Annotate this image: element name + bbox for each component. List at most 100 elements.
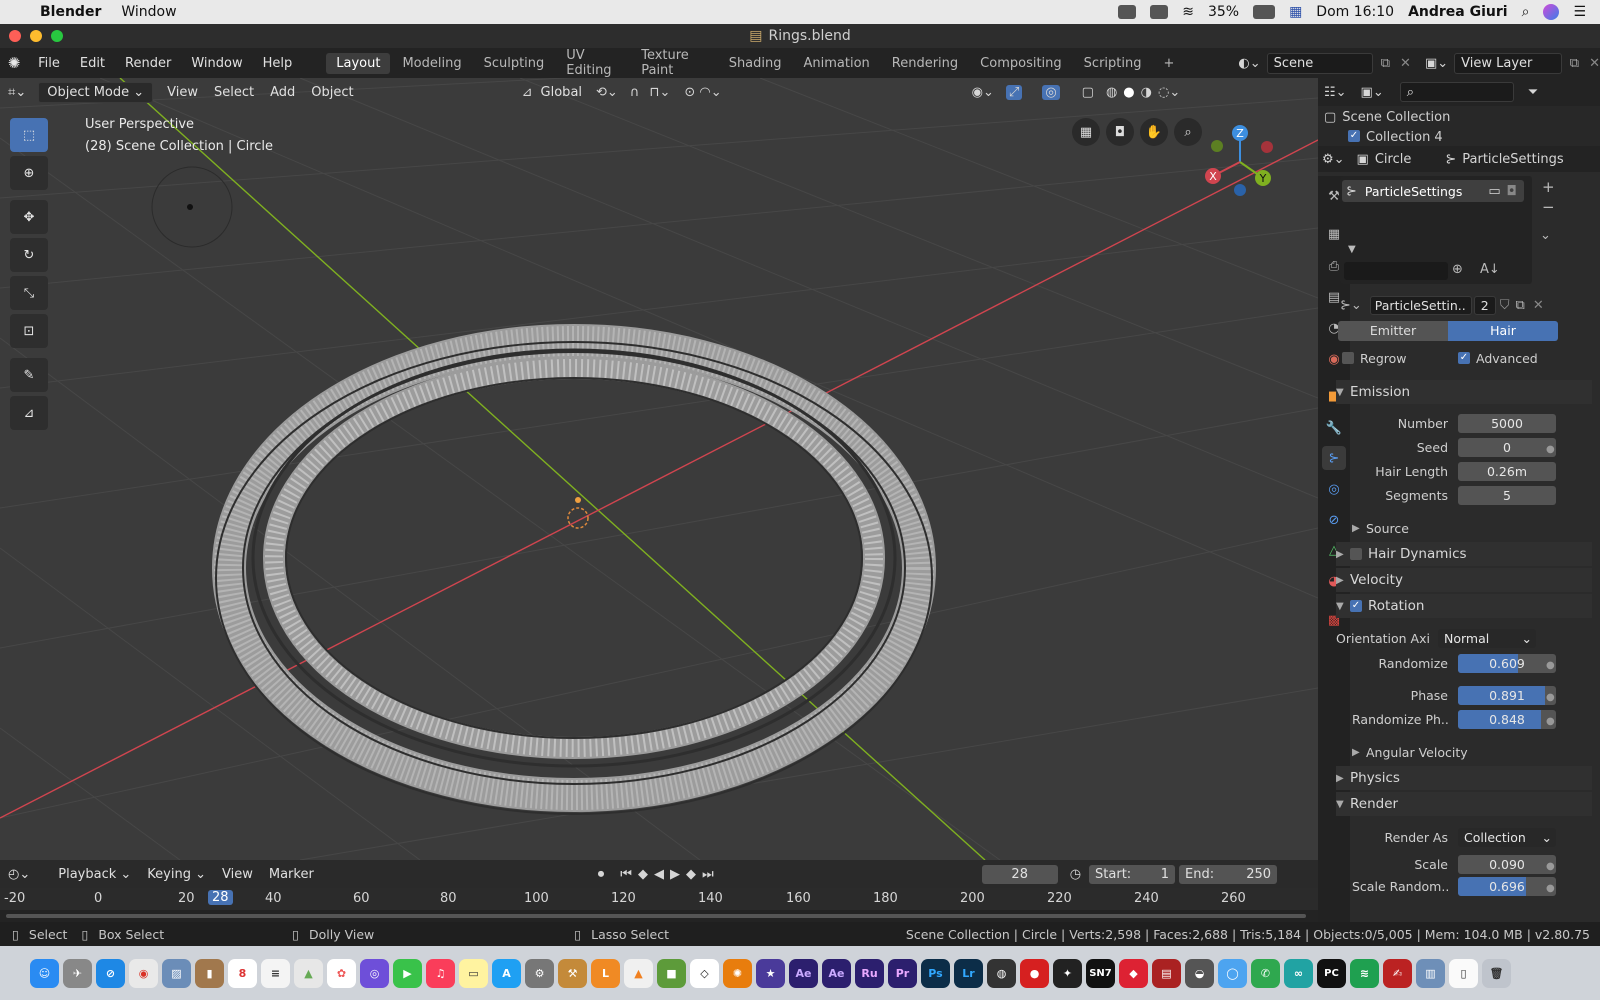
- visibility-icon[interactable]: ◉⌄: [972, 85, 994, 100]
- minimize-window-icon[interactable]: [30, 30, 42, 42]
- angular-velocity-subpanel[interactable]: ▶ Angular Velocity: [1352, 742, 1468, 762]
- launchpad-icon[interactable]: ✈: [63, 958, 92, 988]
- lightroom-icon[interactable]: Lr: [954, 958, 983, 988]
- display-mode-icon[interactable]: ▣⌄: [1361, 85, 1384, 100]
- siri-dock-icon[interactable]: ◎: [360, 958, 389, 988]
- gizmo-toggle-icon[interactable]: ⤢: [1005, 84, 1023, 100]
- blender-dock-icon[interactable]: ✺: [723, 958, 752, 988]
- camera-view-icon[interactable]: ◘: [1106, 118, 1134, 146]
- timeline-menu-keying[interactable]: Keying ⌄: [139, 865, 214, 884]
- after-effects-2-icon[interactable]: Ae: [822, 958, 851, 988]
- 3d-viewport[interactable]: Z X Y User Perspective (28) Scene Collec…: [0, 78, 1318, 860]
- timeline-scrollbar[interactable]: [0, 910, 1318, 922]
- tab-shading[interactable]: Shading: [719, 53, 792, 74]
- document-stack-icon[interactable]: ▯: [1449, 958, 1478, 988]
- facetime-icon[interactable]: ▶: [393, 958, 422, 988]
- properties-editor-icon[interactable]: ⚙⌄: [1322, 152, 1345, 167]
- sketchup-icon[interactable]: ◆: [1119, 958, 1148, 988]
- gizmo-neg-z-icon[interactable]: [1234, 184, 1246, 196]
- wireframe-shading-icon[interactable]: ◍: [1106, 85, 1117, 100]
- delete-view-layer-icon[interactable]: ✕: [1589, 56, 1600, 71]
- advanced-check-icon[interactable]: ✓: [1458, 352, 1470, 364]
- tab-compositing[interactable]: Compositing: [970, 53, 1072, 74]
- hair-length-field[interactable]: 0.26m: [1458, 461, 1556, 481]
- randomize-slider[interactable]: 0.609: [1458, 653, 1556, 673]
- phase-slider[interactable]: 0.891: [1458, 685, 1556, 705]
- source-subpanel[interactable]: ▶ Source: [1352, 518, 1409, 538]
- hair-dynamics-check-icon[interactable]: [1350, 548, 1362, 560]
- constraints-tab-icon[interactable]: ⊘: [1322, 508, 1346, 532]
- timeline-menu-marker[interactable]: Marker: [261, 865, 322, 884]
- hair-dynamics-section-header[interactable]: ▶ Hair Dynamics: [1336, 542, 1592, 566]
- viewport-menu-select[interactable]: Select: [206, 83, 262, 102]
- particles-tab-icon[interactable]: ⊱: [1322, 446, 1346, 470]
- modifier-tab-icon[interactable]: 🔧: [1322, 416, 1346, 440]
- whatsapp-icon[interactable]: ✆: [1251, 958, 1280, 988]
- scale-field[interactable]: 0.090: [1458, 854, 1556, 874]
- particle-settings-selector[interactable]: ⊱⌄ ParticleSettin.. 2 ⛉ ⧉ ✕: [1340, 294, 1558, 316]
- vlc-icon[interactable]: ▲: [624, 958, 653, 988]
- orientation-icon[interactable]: ⊿: [522, 85, 533, 100]
- sn7-icon[interactable]: SN7: [1086, 958, 1115, 988]
- rotate-tool[interactable]: ↻: [10, 238, 48, 272]
- regrow-check-icon[interactable]: [1342, 352, 1354, 364]
- object-mode-dropdown[interactable]: Object Mode ⌄: [38, 81, 154, 103]
- physics-tab-icon[interactable]: ◎: [1322, 477, 1346, 501]
- new-view-layer-icon[interactable]: ⧉: [1570, 56, 1579, 71]
- menu-file[interactable]: File: [28, 56, 70, 71]
- spotify-icon[interactable]: ≋: [1350, 958, 1379, 988]
- creative-cloud-icon[interactable]: [1118, 5, 1137, 19]
- safari-icon[interactable]: ⊘: [96, 958, 125, 988]
- tab-sculpting[interactable]: Sculpting: [474, 53, 555, 74]
- scene-icon[interactable]: ◐⌄: [1238, 56, 1260, 71]
- filter-add-icon[interactable]: ⊕: [1452, 262, 1463, 277]
- collection-checkbox-icon[interactable]: ✓: [1348, 130, 1360, 142]
- outliner-collection-row[interactable]: ✓ Collection 4: [1348, 130, 1443, 144]
- play-icon[interactable]: ▶: [670, 867, 680, 882]
- contacts-icon[interactable]: ▮: [195, 958, 224, 988]
- jump-end-icon[interactable]: ⏭: [702, 867, 714, 882]
- delete-scene-icon[interactable]: ✕: [1400, 56, 1411, 71]
- preview-icon[interactable]: ▨: [162, 958, 191, 988]
- jump-start-icon[interactable]: ⏮: [620, 867, 632, 882]
- settings-browse-icon[interactable]: ⊱⌄: [1340, 298, 1362, 313]
- filter-icon[interactable]: ⏷: [1528, 85, 1538, 100]
- rotation-check-icon[interactable]: ✓: [1350, 600, 1362, 612]
- users-count[interactable]: 2: [1473, 295, 1496, 315]
- seed-field[interactable]: 0: [1458, 437, 1556, 457]
- record-icon[interactable]: ⏺: [598, 867, 605, 882]
- outliner-search-input[interactable]: ⌕: [1399, 82, 1514, 102]
- minecraft-icon[interactable]: ■: [657, 958, 686, 988]
- snap-target-icon[interactable]: ⊓⌄: [649, 85, 670, 100]
- wifi-icon[interactable]: ≋: [1182, 4, 1194, 20]
- notes-icon[interactable]: ≡: [261, 958, 290, 988]
- pivot-icon[interactable]: ⟲⌄: [596, 85, 618, 100]
- finder-icon[interactable]: ☺: [30, 958, 59, 988]
- tab-uv-editing[interactable]: UV Editing: [556, 45, 629, 81]
- outliner-editor-icon[interactable]: ☷⌄: [1324, 85, 1347, 100]
- regrow-checkbox[interactable]: Regrow: [1342, 348, 1406, 368]
- menu-window[interactable]: Window: [181, 56, 252, 71]
- list-menu-icon[interactable]: ⌄: [1540, 228, 1551, 243]
- keyframe-dot-icon[interactable]: ●: [1546, 660, 1555, 671]
- acrobat-icon[interactable]: ✍: [1383, 958, 1412, 988]
- list-filter-toggle-icon[interactable]: ▼: [1348, 244, 1356, 255]
- premiere-rush-icon[interactable]: Ru: [855, 958, 884, 988]
- emitter-tab[interactable]: Emitter: [1338, 321, 1448, 341]
- keyframe-dot-icon[interactable]: ●: [1546, 692, 1555, 703]
- hair-tab[interactable]: Hair: [1448, 321, 1558, 341]
- tab-rendering[interactable]: Rendering: [882, 53, 968, 74]
- timeline-menu-playback[interactable]: Playback ⌄: [50, 865, 139, 884]
- unlink-icon[interactable]: ✕: [1533, 298, 1544, 313]
- velocity-section-header[interactable]: ▶ Velocity: [1336, 568, 1592, 592]
- playhead[interactable]: 28: [208, 890, 233, 905]
- tab-modeling[interactable]: Modeling: [392, 53, 471, 74]
- toggle-camera-ortho-icon[interactable]: ▦: [1072, 118, 1100, 146]
- toolbox-icon[interactable]: ⚒: [558, 958, 587, 988]
- timeline-menu-view[interactable]: View: [214, 865, 261, 884]
- add-workspace-button[interactable]: +: [1153, 53, 1184, 74]
- physics-section-header[interactable]: ▶ Physics: [1336, 766, 1592, 790]
- zoom-icon[interactable]: ⌕: [1174, 118, 1202, 146]
- segments-field[interactable]: 5: [1458, 485, 1556, 505]
- live-icon[interactable]: L: [591, 958, 620, 988]
